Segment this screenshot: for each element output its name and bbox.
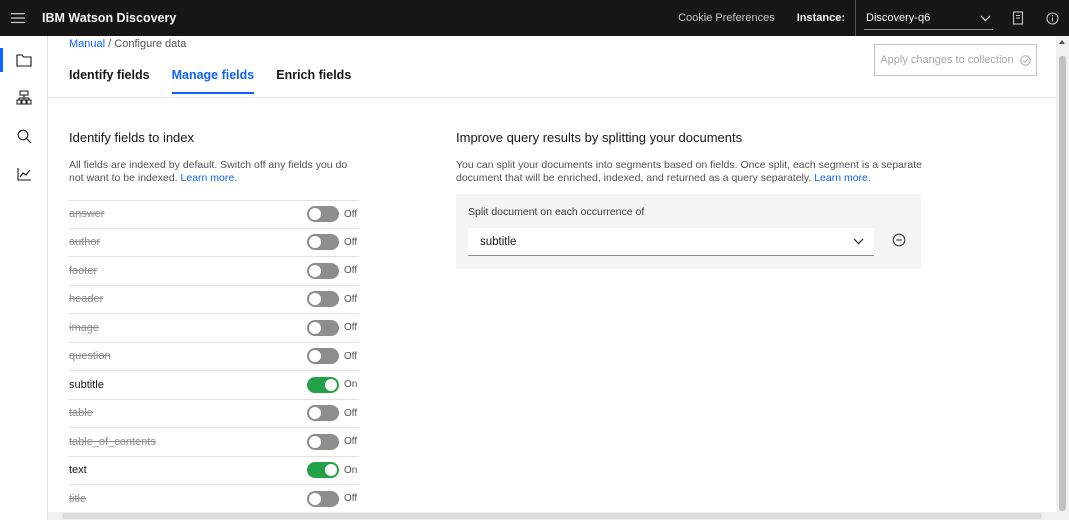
toggle-state: Off — [344, 350, 358, 362]
field-toggle[interactable] — [307, 376, 339, 393]
split-field-select[interactable]: subtitle — [468, 228, 874, 256]
toggle-state: Off — [344, 265, 358, 277]
split-learn-more-link[interactable]: Learn more. — [814, 172, 871, 184]
chevron-down-icon — [980, 15, 991, 21]
split-select-value: subtitle — [480, 235, 517, 248]
toggle-state: On — [344, 379, 358, 391]
split-config-box: Split document on each occurrence of sub… — [456, 194, 921, 269]
brand-name: Watson Discovery — [68, 11, 177, 25]
field-name: question — [69, 350, 111, 363]
field-row-title: title Off — [69, 485, 359, 512]
field-row-table-of-contents: table_of_contents Off — [69, 428, 359, 457]
field-name: table_of_contents — [69, 435, 156, 448]
field-row-header: header Off — [69, 286, 359, 314]
field-row-text: text On — [69, 457, 359, 485]
split-section: Improve query results by splitting your … — [456, 130, 926, 185]
tab-manage-fields[interactable]: Manage fields — [171, 68, 255, 94]
field-row-question: question Off — [69, 343, 359, 371]
field-toggle[interactable] — [307, 405, 339, 422]
breadcrumb-separator: / — [108, 38, 112, 50]
data-structure-icon[interactable] — [0, 79, 48, 117]
split-section-description: You can split your documents into segmen… — [456, 159, 926, 185]
field-name: answer — [69, 208, 105, 221]
field-row-answer: answer Off — [69, 200, 359, 229]
field-name: author — [69, 236, 101, 249]
field-name: footer — [69, 264, 98, 277]
instance-label: Instance: — [796, 12, 845, 24]
breadcrumb-manual-link[interactable]: Manual — [69, 38, 105, 50]
page-header: Manual / Configure data Identify fields … — [48, 36, 1056, 98]
tab-list: Identify fields Manage fields Enrich fie… — [69, 68, 373, 94]
field-name: title — [69, 492, 87, 505]
cookie-preferences-link[interactable]: Cookie Preferences — [678, 12, 775, 24]
notebook-icon[interactable] — [1001, 0, 1035, 36]
chevron-down-icon — [853, 238, 864, 245]
split-section-title: Improve query results by splitting your … — [456, 130, 743, 145]
toggle-state: Off — [344, 322, 358, 334]
top-bar: IBM Watson Discovery Cookie Preferences … — [0, 0, 1069, 36]
toggle-state: Off — [344, 236, 358, 248]
split-select-label: Split document on each occurrence of — [468, 206, 645, 218]
horizontal-scrollbar[interactable] — [48, 512, 1056, 520]
toggle-state: Off — [344, 293, 358, 305]
breadcrumb: Manual / Configure data — [69, 38, 186, 50]
field-toggle[interactable] — [307, 262, 339, 279]
scroll-thumb[interactable] — [1059, 56, 1066, 511]
brand-prefix: IBM — [42, 11, 65, 25]
vertical-scrollbar[interactable] — [1056, 36, 1069, 520]
field-toggle[interactable] — [307, 490, 339, 507]
instance-select[interactable]: Discovery-q6 — [855, 0, 1001, 36]
field-name: image — [69, 321, 99, 334]
search-icon[interactable] — [0, 117, 48, 155]
field-row-subtitle: subtitle On — [69, 371, 359, 400]
checkmark-circle-icon — [1019, 54, 1031, 66]
field-toggle[interactable] — [307, 433, 339, 450]
field-toggle[interactable] — [307, 206, 339, 223]
field-name: text — [69, 464, 87, 477]
field-row-image: image Off — [69, 314, 359, 343]
instance-value: Discovery-q6 — [866, 12, 931, 24]
field-name: subtitle — [69, 378, 104, 391]
breadcrumb-current: Configure data — [114, 38, 187, 50]
toggle-state: Off — [344, 407, 358, 419]
field-name: header — [69, 293, 104, 306]
field-list: answer Off author Off footer Off header … — [69, 200, 359, 512]
apply-changes-button[interactable]: Apply changes to collection — [874, 44, 1037, 76]
field-toggle[interactable] — [307, 234, 339, 251]
hamburger-menu-icon[interactable] — [0, 0, 36, 36]
field-row-footer: footer Off — [69, 257, 359, 286]
index-learn-more-link[interactable]: Learn more. — [181, 172, 238, 184]
tab-identify-fields[interactable]: Identify fields — [69, 68, 150, 94]
toggle-state: Off — [344, 208, 358, 220]
field-row-author: author Off — [69, 229, 359, 257]
toggle-state: Off — [344, 436, 358, 448]
field-name: table — [69, 407, 93, 420]
index-section: Identify fields to index All fields are … — [69, 130, 359, 185]
field-toggle[interactable] — [307, 291, 339, 308]
index-section-title: Identify fields to index — [69, 130, 195, 145]
tab-enrich-fields[interactable]: Enrich fields — [276, 68, 351, 94]
analytics-icon[interactable] — [0, 155, 48, 193]
index-section-description: All fields are indexed by default. Switc… — [69, 159, 359, 185]
horizontal-scroll-thumb[interactable] — [62, 513, 1042, 519]
info-icon[interactable] — [1035, 0, 1069, 36]
left-navigation — [0, 36, 48, 520]
apply-changes-label: Apply changes to collection — [880, 54, 1014, 66]
field-row-table: table Off — [69, 400, 359, 428]
main-content: Manual / Configure data Identify fields … — [48, 36, 1056, 512]
toggle-state: Off — [344, 493, 358, 505]
field-toggle[interactable] — [307, 348, 339, 365]
folder-icon[interactable] — [0, 41, 48, 79]
toggle-state: On — [344, 464, 358, 476]
field-toggle[interactable] — [307, 462, 339, 479]
product-name[interactable]: IBM Watson Discovery — [42, 11, 176, 25]
scroll-up-arrow-icon[interactable] — [1059, 40, 1065, 44]
remove-circle-icon[interactable] — [892, 233, 906, 252]
field-toggle[interactable] — [307, 319, 339, 336]
